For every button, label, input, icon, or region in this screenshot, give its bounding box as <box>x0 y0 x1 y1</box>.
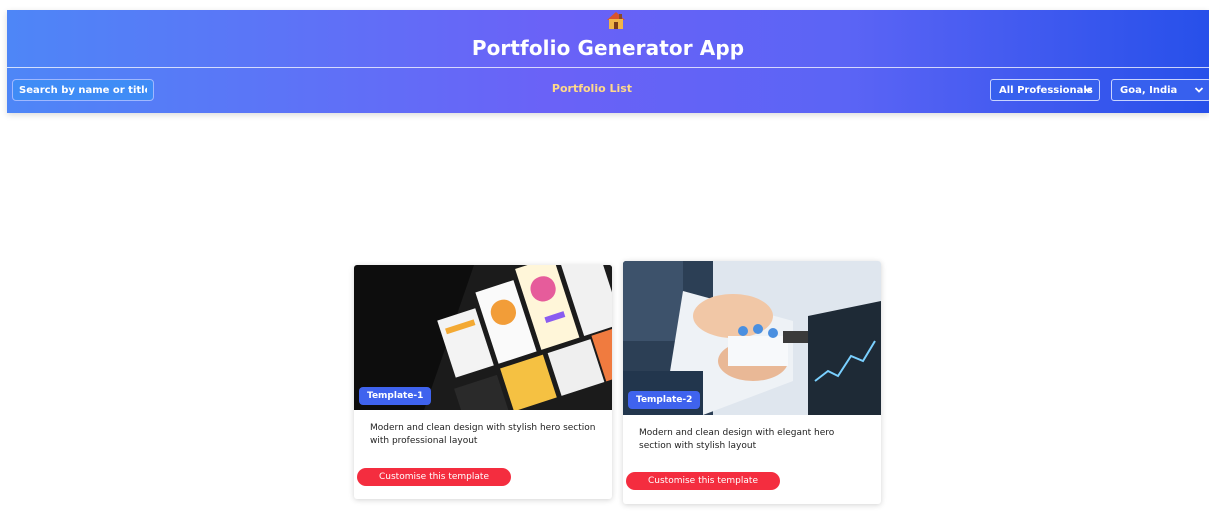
customise-template-button[interactable]: Customise this template <box>626 472 780 490</box>
portfolio-list-link[interactable]: Portfolio List <box>527 82 657 95</box>
app-header: Portfolio Generator App Portfolio List A… <box>7 10 1209 113</box>
search-input[interactable] <box>12 79 154 101</box>
template-card-1: Template-1 Modern and clean design with … <box>354 265 612 499</box>
template-description: Modern and clean design with elegant her… <box>639 428 835 451</box>
location-select-value: Goa, India <box>1120 84 1178 96</box>
header-divider <box>7 67 1209 68</box>
template-badge: Template-2 <box>628 391 701 409</box>
template-description: Modern and clean design with stylish her… <box>370 423 596 446</box>
customise-template-button[interactable]: Customise this template <box>357 468 511 486</box>
profession-select-value: All Professionals <box>999 84 1093 96</box>
template-badge: Template-1 <box>359 387 432 405</box>
house-icon <box>607 12 625 29</box>
profession-select[interactable]: All Professionals <box>990 79 1100 101</box>
template-card-2: Template-2 Modern and clean design with … <box>623 261 881 504</box>
chevron-down-icon <box>1194 87 1204 93</box>
app-title: Portfolio Generator App <box>471 36 745 60</box>
chevron-down-icon <box>1083 87 1093 93</box>
location-select[interactable]: Goa, India <box>1111 79 1209 101</box>
